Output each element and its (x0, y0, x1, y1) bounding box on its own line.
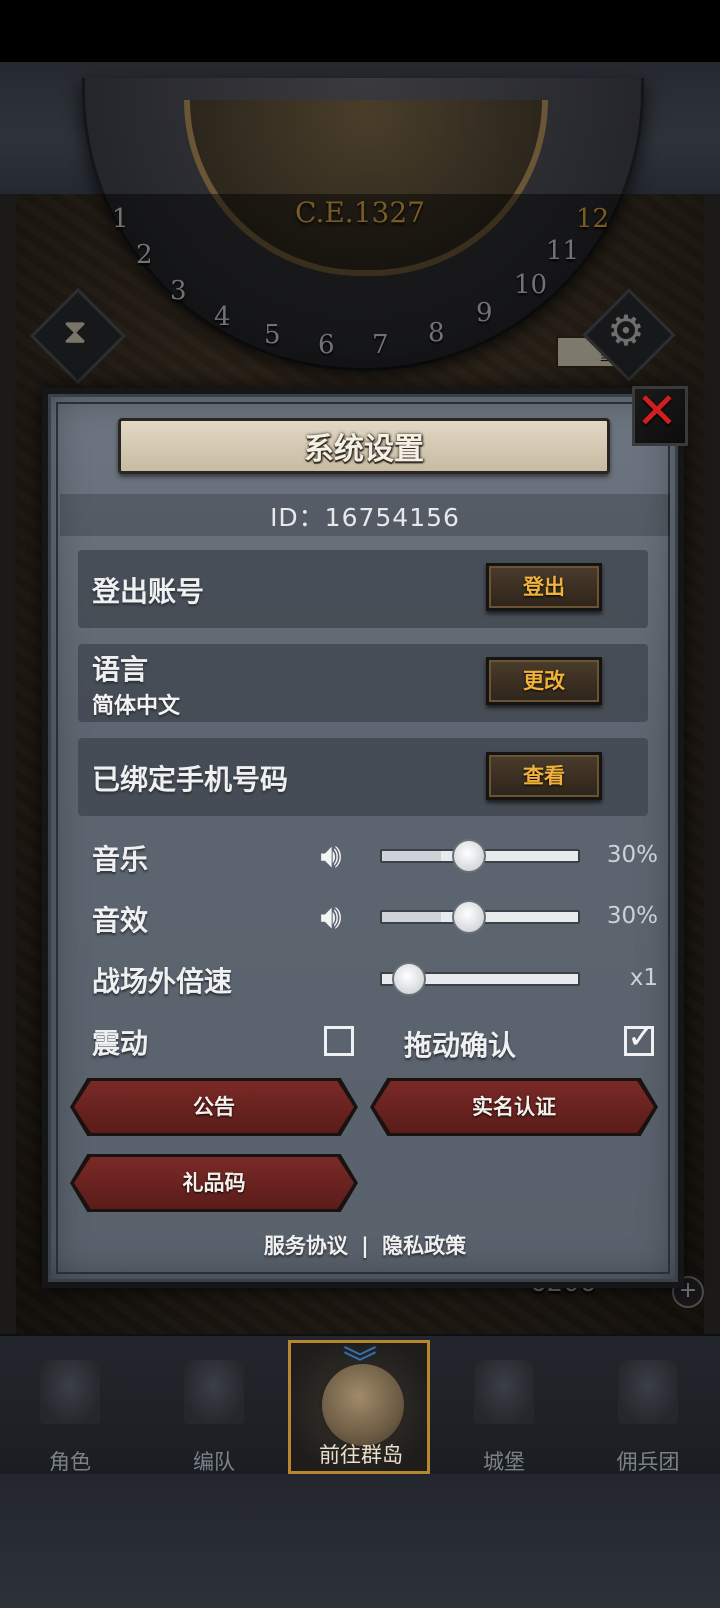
music-value: 30% (606, 842, 658, 868)
drag-confirm-checkbox[interactable]: ✓ (624, 1017, 656, 1057)
nav-tab-mercenary[interactable]: 佣兵团 (578, 1346, 718, 1476)
sfx-slider-thumb[interactable] (452, 900, 486, 934)
vibration-label: 震动 (92, 1027, 149, 1060)
speed-slider-thumb[interactable] (392, 962, 426, 996)
phone-label: 已绑定手机号码 (92, 763, 289, 796)
gift-code-button[interactable]: 礼品码 (74, 1157, 354, 1209)
nav-tab-team[interactable]: 编队 (144, 1346, 284, 1476)
announcement-button[interactable]: 公告 (74, 1081, 354, 1133)
view-phone-button[interactable]: 查看 (486, 752, 602, 800)
castle-icon (474, 1360, 534, 1424)
footer-links: 服务协议 | 隐私政策 (240, 1230, 490, 1260)
speed-label: 战场外倍速 (92, 965, 233, 998)
vibration-checkbox[interactable] (324, 1026, 354, 1056)
nav-tab-castle[interactable]: 城堡 (434, 1346, 574, 1476)
nav-label-team: 编队 (193, 1450, 235, 1474)
footer-separator: | (361, 1234, 369, 1258)
language-value: 简体中文 (92, 694, 181, 719)
music-label: 音乐 (92, 843, 149, 876)
mercenary-icon (618, 1360, 678, 1424)
chevron-down-icon: ︾ (343, 1344, 377, 1384)
logout-label: 登出账号 (92, 575, 205, 608)
user-id: ID：16754156 (270, 503, 460, 532)
music-slider-thumb[interactable] (452, 839, 486, 873)
check-icon: ✓ (627, 1017, 656, 1057)
close-icon: ✕ (636, 382, 678, 440)
team-icon (184, 1360, 244, 1424)
top-black-bar (0, 0, 720, 62)
sfx-label: 音效 (92, 904, 149, 937)
knight-icon (40, 1360, 100, 1424)
settings-title: 系统设置 (304, 432, 424, 467)
logout-button[interactable]: 登出 (486, 563, 602, 611)
nav-tab-character[interactable]: 角色 (0, 1346, 140, 1476)
sfx-slider-fill (382, 912, 441, 922)
bottom-slate-band (0, 1474, 720, 1608)
nav-label-character: 角色 (49, 1450, 91, 1474)
speed-value: x1 (629, 965, 658, 991)
language-label: 语言 (92, 653, 149, 686)
service-agreement-link[interactable]: 服务协议 (264, 1234, 348, 1258)
map-frame-left (0, 194, 16, 1334)
speaker-icon[interactable]: 🔊︎ (308, 836, 354, 876)
drag-confirm-label: 拖动确认 (404, 1029, 517, 1062)
nav-label-castle: 城堡 (483, 1450, 525, 1474)
privacy-policy-link[interactable]: 隐私政策 (382, 1234, 466, 1258)
nav-label-mercenary: 佣兵团 (616, 1450, 680, 1474)
map-frame-right (704, 194, 720, 1334)
nav-label-islands: 前往群岛 (319, 1443, 403, 1467)
sfx-value: 30% (606, 903, 658, 929)
real-name-button[interactable]: 实名认证 (374, 1081, 654, 1133)
change-language-button[interactable]: 更改 (486, 657, 602, 705)
music-slider-fill (382, 851, 441, 861)
speaker-icon[interactable]: 🔊︎ (308, 897, 354, 937)
